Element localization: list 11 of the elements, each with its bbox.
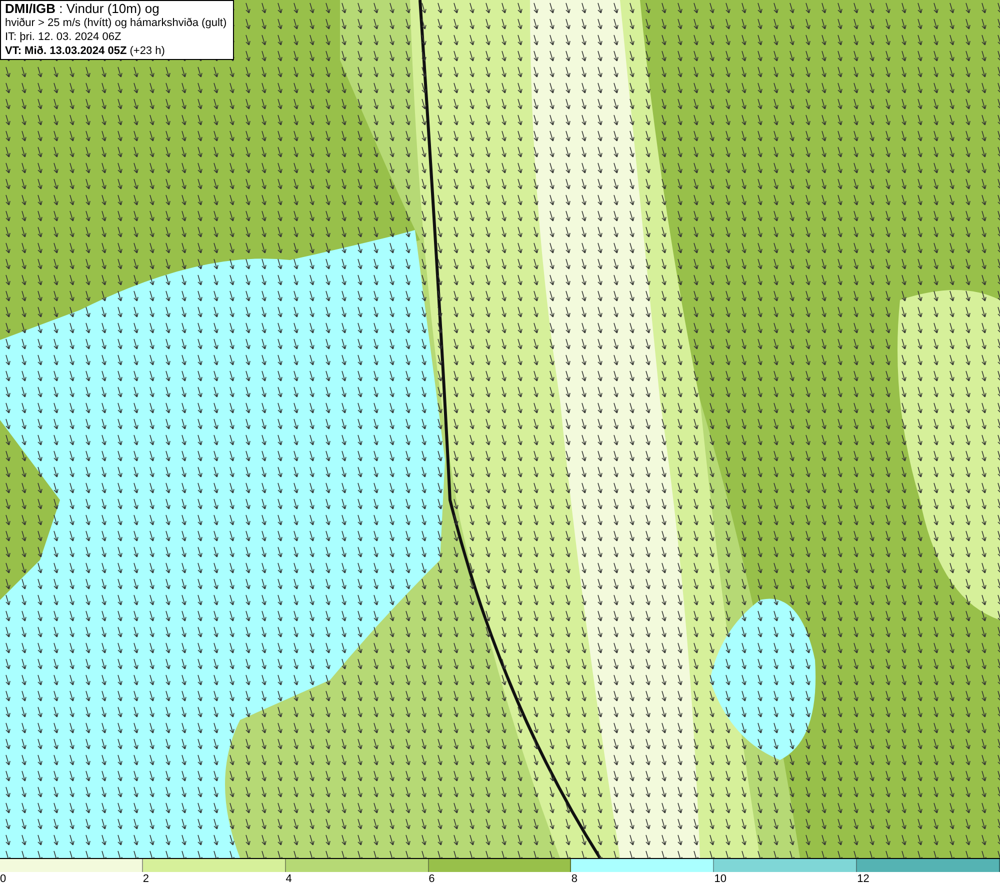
legend-label: 4 <box>286 872 292 886</box>
legend-label: 6 <box>428 872 435 886</box>
map-info-line: hviður > 25 m/s (hvítt) og hámarkshviða (gult) <box>5 16 228 30</box>
legend-label: 8 <box>571 872 578 886</box>
legend-label: 10 <box>714 872 727 886</box>
legend-label: 2 <box>142 872 149 886</box>
map-title: DMI/IGB : Vindur (10m) og <box>5 2 160 16</box>
map-info-line: VT: Mið. 13.03.2024 05Z (+23 h) <box>5 44 166 58</box>
map-info-line: IT: þri. 12. 03. 2024 06Z <box>5 30 122 44</box>
legend-label: 12 <box>857 872 870 886</box>
legend-label: 0 <box>0 872 6 886</box>
